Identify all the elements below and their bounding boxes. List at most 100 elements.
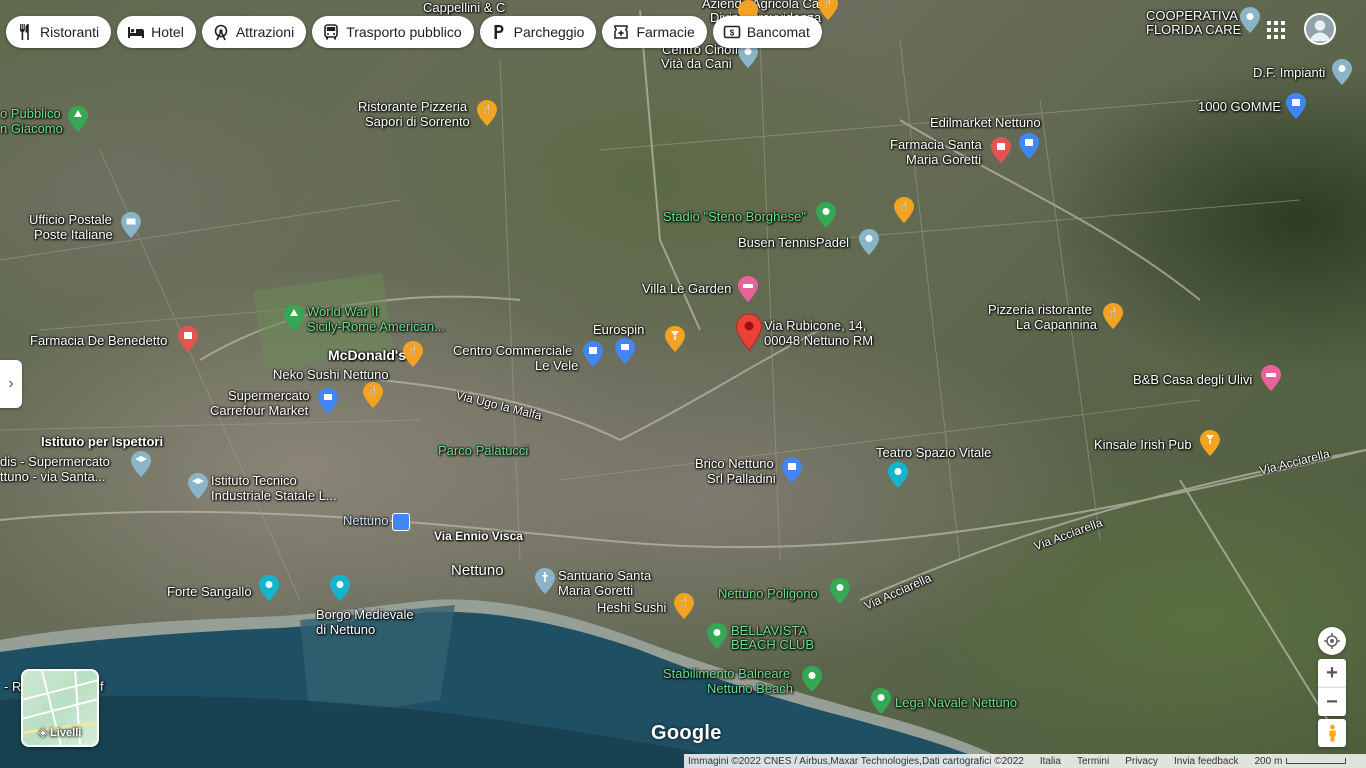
- place-label[interactable]: D.F. Impianti: [1253, 65, 1325, 80]
- place-label[interactable]: 1000 GOMME: [1198, 99, 1281, 114]
- place-label[interactable]: Vità da Cani: [661, 56, 732, 71]
- place-label[interactable]: Farmacia De Benedetto: [30, 333, 167, 348]
- place-label[interactable]: COOPERATIVA: [1146, 8, 1238, 23]
- theater-pin-icon[interactable]: [888, 462, 908, 488]
- chip-parcheggio[interactable]: Parcheggio: [479, 16, 597, 48]
- place-label[interactable]: Brico Nettuno: [695, 456, 774, 471]
- church-pin-icon[interactable]: [535, 568, 555, 594]
- park-pin-icon[interactable]: [816, 202, 836, 228]
- school-pin-icon[interactable]: [131, 451, 151, 477]
- bar-pin-icon[interactable]: [1200, 430, 1220, 456]
- scale-bar[interactable]: 200 m: [1254, 756, 1347, 767]
- place-label[interactable]: Maria Goretti: [906, 152, 981, 167]
- attraction-pin-icon[interactable]: [330, 575, 350, 601]
- place-label[interactable]: Pizzeria ristorante: [988, 302, 1092, 317]
- bar-pin-icon[interactable]: [665, 326, 685, 352]
- place-label[interactable]: Maria Goretti: [558, 583, 633, 598]
- attraction-pin-icon[interactable]: [259, 575, 279, 601]
- privacy-link[interactable]: Privacy: [1125, 756, 1158, 767]
- train-station-icon[interactable]: [392, 513, 410, 531]
- place-label[interactable]: Santuario Santa: [558, 568, 651, 583]
- park-pin-icon[interactable]: [802, 666, 822, 692]
- place-label[interactable]: Supermercato: [228, 388, 310, 403]
- country-link[interactable]: Italia: [1040, 756, 1061, 767]
- place-label[interactable]: Cappellini & C: [423, 0, 505, 15]
- place-label[interactable]: Centro Commerciale: [453, 343, 572, 358]
- place-label[interactable]: Stabilimento Balneare: [663, 666, 790, 681]
- restaurant-pin-icon[interactable]: 🍴: [363, 382, 383, 408]
- selected-location-marker-icon[interactable]: [735, 313, 763, 351]
- place-label[interactable]: World War II: [307, 304, 379, 319]
- shopping-cart-pin-icon[interactable]: [318, 388, 338, 414]
- layers-toggle[interactable]: ◈ Livelli: [21, 669, 99, 747]
- shopping-pin-icon[interactable]: [1019, 133, 1039, 159]
- park-pin-icon[interactable]: [707, 623, 727, 649]
- place-label[interactable]: ttuno - via Santa...: [0, 469, 106, 484]
- place-label[interactable]: di Nettuno: [316, 622, 375, 637]
- restaurant-pin-icon[interactable]: 🍴: [1103, 303, 1123, 329]
- place-label[interactable]: Sicily-Rome American...: [307, 319, 445, 334]
- place-label[interactable]: Villa Le Garden: [642, 281, 731, 296]
- place-label[interactable]: BELLAVISTA: [731, 623, 807, 638]
- place-label[interactable]: Nettuno: [343, 513, 389, 528]
- restaurant-pin-icon[interactable]: 🍴: [477, 100, 497, 126]
- place-label[interactable]: Srl Palladini: [707, 471, 776, 486]
- zoom-out-button[interactable]: −: [1318, 687, 1346, 716]
- restaurant-pin-icon[interactable]: 🍴: [403, 341, 423, 367]
- place-label[interactable]: Nettuno Beach: [707, 681, 793, 696]
- park-pin-icon[interactable]: [68, 106, 88, 132]
- chip-trasporto-pubblico[interactable]: Trasporto pubblico: [312, 16, 474, 48]
- place-label[interactable]: Busen TennisPadel: [738, 235, 849, 250]
- place-label[interactable]: Ristorante Pizzeria: [358, 99, 467, 114]
- place-label[interactable]: La Capannina: [1016, 317, 1097, 332]
- place-label[interactable]: Edilmarket Nettuno: [930, 115, 1041, 130]
- place-label[interactable]: FLORIDA CARE: [1146, 22, 1241, 37]
- apps-grid-icon[interactable]: [1266, 20, 1286, 40]
- location-pin-icon[interactable]: [1332, 59, 1352, 85]
- place-label[interactable]: dis - Supermercato: [0, 454, 110, 469]
- place-label[interactable]: Istituto per Ispettori: [41, 434, 163, 449]
- place-label[interactable]: Poste Italiane: [34, 227, 113, 242]
- place-label[interactable]: n Giacomo: [0, 121, 63, 136]
- post-office-pin-icon[interactable]: [121, 212, 141, 238]
- place-label[interactable]: Farmacia Santa: [890, 137, 982, 152]
- pharmacy-pin-icon[interactable]: [178, 326, 198, 352]
- place-label[interactable]: Sapori di Sorrento: [365, 114, 470, 129]
- place-label[interactable]: BEACH CLUB: [731, 637, 814, 652]
- pharmacy-pin-icon[interactable]: [991, 137, 1011, 163]
- place-label[interactable]: Nettuno Poligono: [718, 586, 818, 601]
- expand-panel-button[interactable]: ›: [0, 360, 22, 408]
- zoom-in-button[interactable]: +: [1318, 659, 1346, 687]
- location-pin-icon[interactable]: [1240, 7, 1260, 33]
- chip-attrazioni[interactable]: Attrazioni: [201, 16, 307, 48]
- hotel-pin-icon[interactable]: [738, 276, 758, 302]
- chip-hotel[interactable]: Hotel: [117, 16, 196, 48]
- place-label[interactable]: Kinsale Irish Pub: [1094, 437, 1192, 452]
- place-label[interactable]: Neko Sushi Nettuno: [273, 367, 389, 382]
- school-pin-icon[interactable]: [188, 473, 208, 499]
- shopping-pin-icon[interactable]: [1286, 93, 1306, 119]
- place-label[interactable]: Stadio "Steno Borghese": [663, 209, 806, 224]
- place-label[interactable]: Istituto Tecnico: [211, 473, 297, 488]
- shopping-cart-pin-icon[interactable]: [615, 338, 635, 364]
- location-pin-icon[interactable]: [859, 229, 879, 255]
- restaurant-pin-icon[interactable]: 🍴: [674, 593, 694, 619]
- imagery-attribution[interactable]: Immagini ©2022 CNES / Airbus,Maxar Techn…: [688, 756, 1024, 767]
- place-label[interactable]: f: [100, 679, 104, 694]
- place-label[interactable]: Forte Sangallo: [167, 584, 252, 599]
- my-location-button[interactable]: [1318, 627, 1346, 655]
- park-pin-icon[interactable]: [871, 688, 891, 714]
- place-label[interactable]: Lega Navale Nettuno: [895, 695, 1017, 710]
- shopping-pin-icon[interactable]: [782, 457, 802, 483]
- place-label[interactable]: o Pubblico: [0, 106, 61, 121]
- park-pin-icon[interactable]: [830, 578, 850, 604]
- park-pin-icon[interactable]: [284, 305, 304, 331]
- shopping-pin-icon[interactable]: [583, 341, 603, 367]
- place-label[interactable]: Eurospin: [593, 322, 644, 337]
- place-label[interactable]: Carrefour Market: [210, 403, 308, 418]
- place-label[interactable]: Industriale Statale L...: [211, 488, 337, 503]
- street-view-pegman[interactable]: [1318, 719, 1346, 747]
- place-label[interactable]: McDonald's: [328, 348, 406, 363]
- place-label[interactable]: B&B Casa degli Ulivi: [1133, 372, 1252, 387]
- place-label[interactable]: Le Vele: [535, 358, 578, 373]
